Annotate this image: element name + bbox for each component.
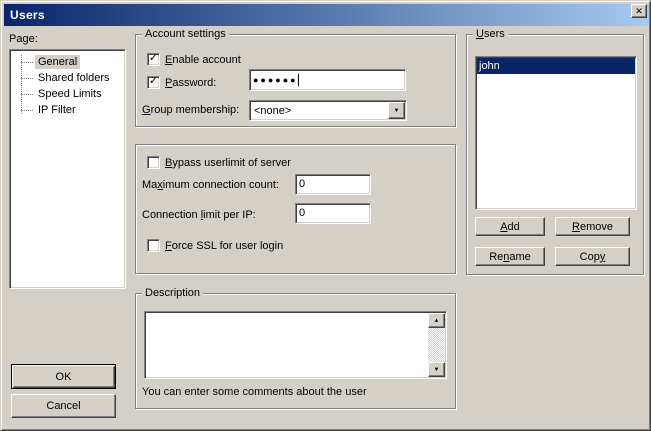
scroll-up-icon[interactable]: ▲ <box>428 313 445 328</box>
page-tree: General Shared folders Speed Limits IP F… <box>9 49 126 289</box>
limits-group: Bypass userlimit of server Maximum conne… <box>135 144 456 274</box>
tree-item-shared-folders[interactable]: Shared folders <box>10 70 125 86</box>
max-connections-value: 0 <box>299 177 305 192</box>
password-input[interactable]: ●●●●●● <box>249 69 406 91</box>
password-label: Password: <box>165 77 216 90</box>
dropdown-arrow-icon[interactable]: ▼ <box>388 102 405 119</box>
close-icon: ✕ <box>635 6 643 16</box>
users-title: Users <box>473 28 508 41</box>
tree-branch-icon <box>21 78 33 79</box>
users-group: Users john Add Remove Rename Copy <box>466 34 644 275</box>
tree-branch-icon <box>21 110 33 111</box>
account-settings-title: Account settings <box>142 28 229 41</box>
tree-branch-icon <box>21 62 33 63</box>
copy-button[interactable]: Copy <box>555 247 630 266</box>
connection-limit-value: 0 <box>299 206 305 221</box>
description-hint: You can enter some comments about the us… <box>142 386 367 399</box>
bypass-userlimit-label: Bypass userlimit of server <box>165 157 291 170</box>
max-connections-label: Maximum connection count: <box>142 179 279 192</box>
remove-button[interactable]: Remove <box>555 217 630 236</box>
group-membership-value: <none> <box>250 105 387 117</box>
title-bar[interactable]: Users <box>4 4 649 26</box>
users-list: john <box>475 56 637 210</box>
tree-branch-icon <box>21 94 33 95</box>
scroll-down-icon[interactable]: ▼ <box>428 362 445 377</box>
connection-limit-label: Connection limit per IP: <box>142 209 256 222</box>
force-ssl-label: Force SSL for user login <box>165 240 283 253</box>
description-scrollbar[interactable]: ▲ ▼ <box>428 313 445 377</box>
tree-item-speed-limits[interactable]: Speed Limits <box>10 86 125 102</box>
text-caret <box>298 74 299 86</box>
force-ssl-checkbox[interactable] <box>147 239 160 252</box>
check-icon: ✓ <box>149 52 158 64</box>
add-button[interactable]: Add <box>475 217 545 236</box>
password-checkbox[interactable]: ✓ <box>147 76 160 89</box>
description-title: Description <box>142 287 203 300</box>
max-connections-input[interactable]: 0 <box>295 174 371 195</box>
description-input[interactable]: ▲ ▼ <box>144 311 447 379</box>
group-membership-select[interactable]: <none> ▼ <box>249 100 407 121</box>
page-label: Page: <box>9 33 38 46</box>
connection-limit-input[interactable]: 0 <box>295 203 371 224</box>
tree-item-ip-filter[interactable]: IP Filter <box>10 102 125 118</box>
password-value: ●●●●●● <box>253 73 298 88</box>
account-settings-group: Account settings ✓ Enable account ✓ Pass… <box>135 34 456 127</box>
rename-button[interactable]: Rename <box>475 247 545 266</box>
enable-account-label: Enable account <box>165 54 241 67</box>
list-item-john[interactable]: john <box>477 58 635 74</box>
tree-item-general[interactable]: General <box>10 54 125 70</box>
description-value <box>145 312 427 378</box>
description-group: Description ▲ ▼ You can enter some comme… <box>135 293 456 409</box>
ok-button[interactable]: OK <box>11 364 116 389</box>
close-button[interactable]: ✕ <box>631 4 647 18</box>
check-icon: ✓ <box>149 75 158 87</box>
cancel-button[interactable]: Cancel <box>11 394 116 418</box>
group-membership-label: Group membership: <box>142 104 239 117</box>
bypass-userlimit-checkbox[interactable] <box>147 156 160 169</box>
window-title: Users <box>4 8 45 22</box>
users-dialog: Users ✕ Page: General Shared folders Spe… <box>0 0 651 431</box>
enable-account-checkbox[interactable]: ✓ <box>147 53 160 66</box>
